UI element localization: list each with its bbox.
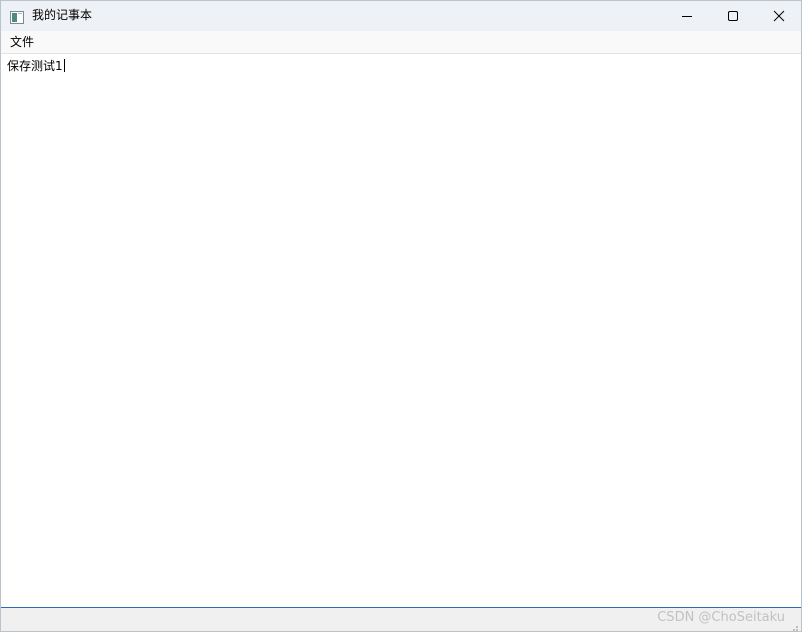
text-editor[interactable]: 保存测试1 xyxy=(1,54,801,607)
editor-text-value: 保存测试1 xyxy=(7,59,63,73)
close-button[interactable] xyxy=(756,1,801,31)
menu-file[interactable]: 文件 xyxy=(5,33,39,52)
notepad-app-icon xyxy=(10,9,24,24)
title-bar[interactable]: 我的记事本 xyxy=(1,1,801,31)
minimize-icon xyxy=(682,16,692,17)
status-bar: CSDN @ChoSeitaku xyxy=(1,607,801,631)
watermark-text: CSDN @ChoSeitaku xyxy=(657,610,785,625)
text-caret xyxy=(63,59,65,72)
maximize-icon xyxy=(728,11,738,21)
maximize-button[interactable] xyxy=(710,1,756,31)
close-icon xyxy=(773,10,785,22)
editor-content: 保存测试1 xyxy=(7,59,65,74)
notepad-window: 我的记事本 文件 保存测试1 CSDN @ChoSeitaku xyxy=(0,0,802,632)
window-title: 我的记事本 xyxy=(32,8,93,22)
menu-bar: 文件 xyxy=(1,31,801,54)
resize-grip-icon[interactable] xyxy=(789,620,799,631)
minimize-button[interactable] xyxy=(664,1,710,31)
